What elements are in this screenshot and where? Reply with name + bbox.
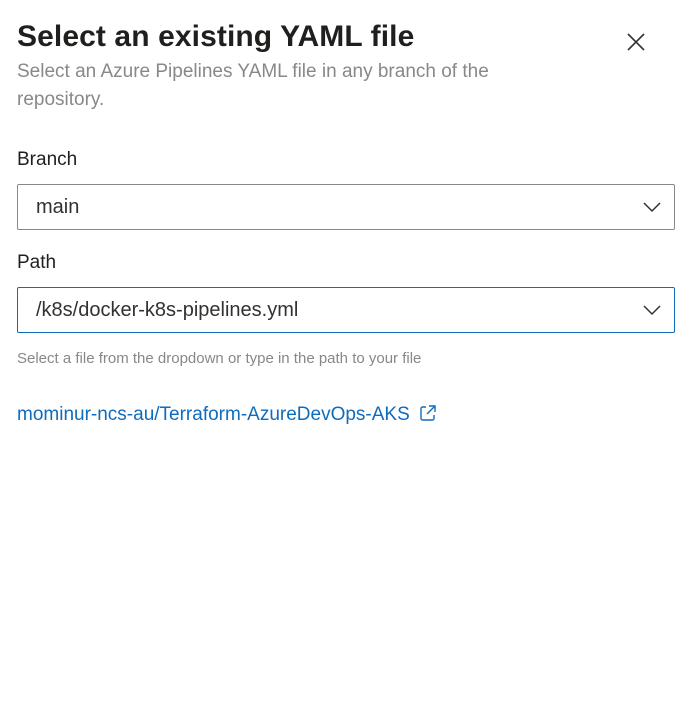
dialog-title: Select an existing YAML file (17, 20, 415, 53)
branch-value: main (36, 196, 80, 218)
path-value[interactable]: /k8s/docker-k8s-pipelines.yml (36, 297, 298, 323)
path-label: Path (17, 252, 57, 273)
repository-link[interactable]: mominur-ncs-au/Terraform-AzureDevOps-AKS (17, 402, 437, 428)
external-link-icon (420, 405, 436, 421)
close-icon (627, 33, 645, 51)
select-yaml-dialog: Select an existing YAML file Select an A… (0, 0, 700, 703)
chevron-down-icon[interactable] (642, 302, 662, 318)
branch-dropdown[interactable]: main (17, 184, 675, 230)
close-button[interactable] (620, 26, 652, 58)
repository-link-text[interactable]: mominur-ncs-au/Terraform-AzureDevOps-AKS (17, 402, 410, 428)
chevron-down-icon (643, 202, 661, 213)
path-help-text: Select a file from the dropdown or type … (17, 350, 422, 367)
branch-label: Branch (17, 149, 78, 170)
path-combobox[interactable]: /k8s/docker-k8s-pipelines.yml (17, 287, 675, 333)
dialog-subtitle: Select an Azure Pipelines YAML file in a… (17, 61, 489, 110)
